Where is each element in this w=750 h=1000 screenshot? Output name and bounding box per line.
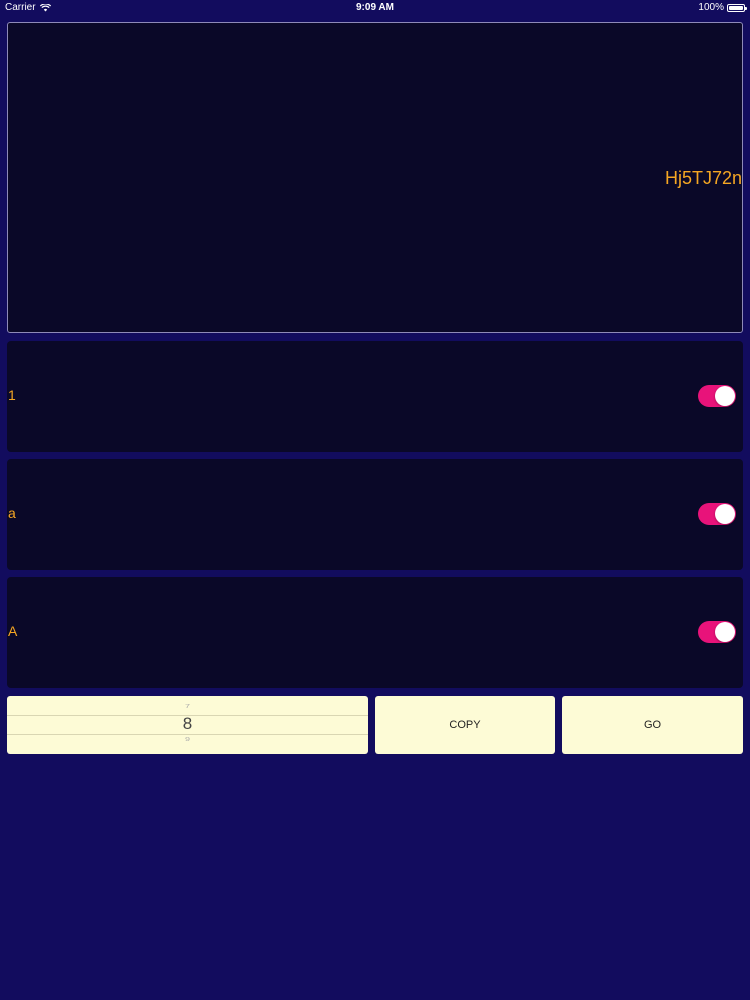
length-picker[interactable]: 7 8 9: [7, 696, 368, 754]
battery-fill: [729, 5, 743, 10]
toggle-knob: [715, 386, 735, 406]
picker-prev-value[interactable]: 7: [7, 703, 368, 709]
battery-icon: [727, 3, 747, 12]
toggle-uppercase[interactable]: [698, 621, 736, 643]
option-label-uppercase: A: [8, 623, 18, 639]
status-bar: Carrier 9:09 AM 100%: [0, 0, 750, 16]
picker-current-value[interactable]: 8: [7, 714, 368, 734]
option-row-digits: 1: [7, 341, 743, 452]
status-time: 9:09 AM: [356, 2, 394, 13]
battery-info: 100%: [698, 2, 747, 13]
generated-password: Hj5TJ72n: [664, 168, 742, 188]
toggle-knob: [715, 622, 735, 642]
copy-button[interactable]: COPY: [375, 696, 555, 754]
option-label-digits: 1: [8, 387, 16, 403]
option-row-lowercase: a: [7, 459, 743, 570]
picker-divider-bottom: [7, 734, 368, 735]
battery-percent: 100%: [698, 2, 724, 13]
option-row-uppercase: A: [7, 577, 743, 688]
picker-next-value[interactable]: 9: [7, 736, 368, 742]
toggle-knob: [715, 504, 735, 524]
toggle-lowercase[interactable]: [698, 503, 736, 525]
password-display: Hj5TJ72n: [7, 22, 743, 333]
option-label-lowercase: a: [8, 505, 16, 521]
toggle-digits[interactable]: [698, 385, 736, 407]
go-button[interactable]: GO: [562, 696, 743, 754]
